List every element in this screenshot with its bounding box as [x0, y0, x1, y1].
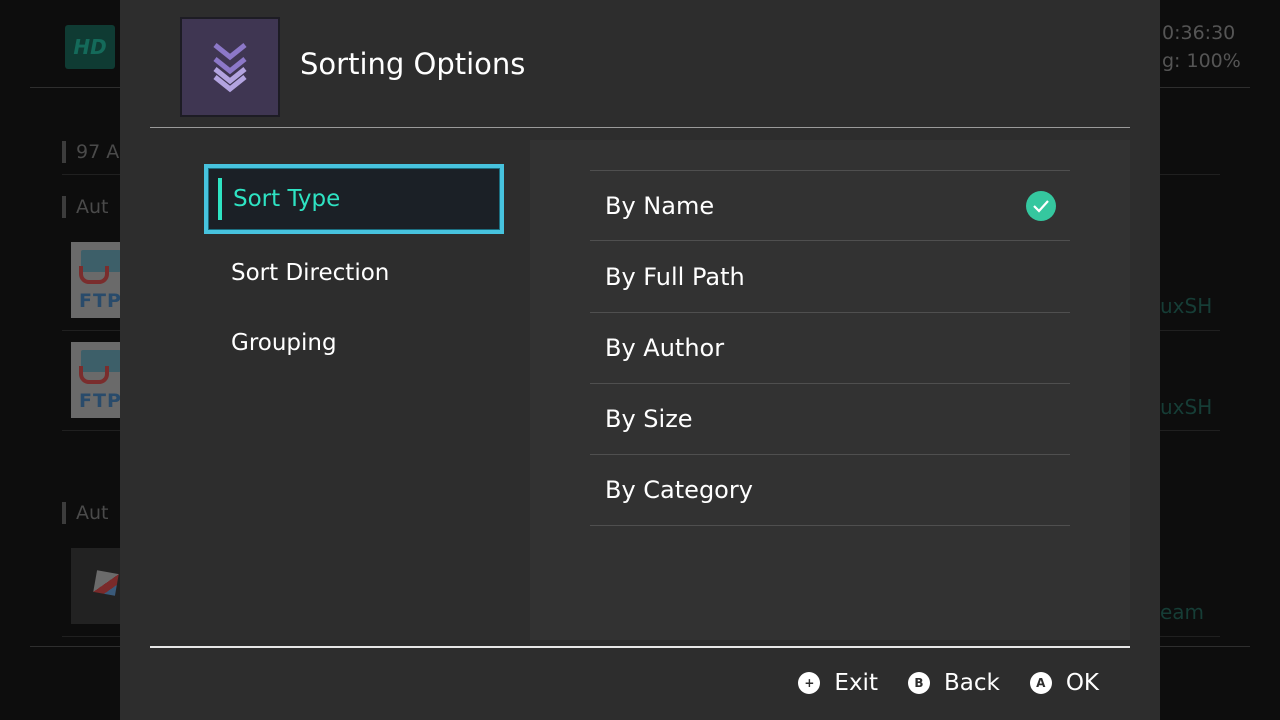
sidebar-item-label: Grouping: [231, 330, 337, 356]
sidebar: Sort Type Sort Direction Grouping: [150, 140, 530, 640]
b-button-icon: B: [907, 672, 930, 694]
selection-accent-bar: [218, 178, 222, 220]
hint-label: Exit: [834, 670, 878, 696]
option-label: By Author: [605, 334, 725, 362]
section-header: Aut: [62, 502, 109, 524]
dialog-title: Sorting Options: [300, 47, 526, 81]
option-by-size[interactable]: By Size: [590, 384, 1070, 455]
battery-status: g: 100%: [1162, 50, 1241, 72]
option-label: By Size: [605, 405, 693, 433]
hint-label: OK: [1065, 670, 1099, 696]
title-divider: [150, 127, 1130, 128]
clock: 0:36:30: [1162, 22, 1236, 44]
exit-button[interactable]: + Exit: [798, 670, 878, 696]
option-label: By Name: [605, 191, 715, 220]
badge-shape: [79, 366, 109, 384]
button-hints: + Exit B Back A OK: [798, 668, 1099, 698]
footer-divider: [150, 646, 1130, 648]
option-label: By Category: [605, 476, 753, 504]
ok-button[interactable]: A OK: [1029, 670, 1099, 696]
back-button[interactable]: B Back: [907, 670, 1000, 696]
option-by-name[interactable]: By Name: [590, 170, 1070, 241]
list-item-author: eam: [1160, 600, 1205, 624]
option-by-category[interactable]: By Category: [590, 455, 1070, 526]
option-by-full-path[interactable]: By Full Path: [590, 242, 1070, 313]
package-icon: [93, 570, 119, 596]
options-panel: By Name By Full Path By Author By Size B…: [530, 140, 1130, 640]
option-by-author[interactable]: By Author: [590, 313, 1070, 384]
list-item-author: uxSH: [1160, 294, 1213, 318]
app-logo: HD: [65, 25, 115, 69]
a-button-icon: A: [1029, 672, 1052, 694]
badge-shape: [79, 266, 109, 284]
section-header: Aut: [62, 196, 109, 218]
sidebar-item-sort-type[interactable]: Sort Type: [204, 164, 504, 234]
sidebar-item-label: Sort Direction: [231, 260, 390, 286]
hint-label: Back: [943, 670, 1000, 696]
option-label: By Full Path: [605, 263, 745, 291]
sidebar-item-sort-direction[interactable]: Sort Direction: [204, 238, 504, 308]
section-header: 97 A: [62, 141, 119, 163]
sorting-options-dialog: Sorting Options Sort Type Sort Direction…: [120, 0, 1160, 720]
plus-button-icon: +: [798, 672, 821, 694]
thumbnail-label: FTP: [79, 390, 122, 412]
list-item-author: uxSH: [1160, 395, 1213, 419]
sidebar-item-label: Sort Type: [233, 186, 341, 212]
thumbnail-label: FTP: [79, 290, 122, 312]
checkmark-icon: [1026, 191, 1056, 221]
sidebar-item-grouping[interactable]: Grouping: [204, 308, 504, 378]
double-chevron-down-icon: [180, 17, 280, 117]
